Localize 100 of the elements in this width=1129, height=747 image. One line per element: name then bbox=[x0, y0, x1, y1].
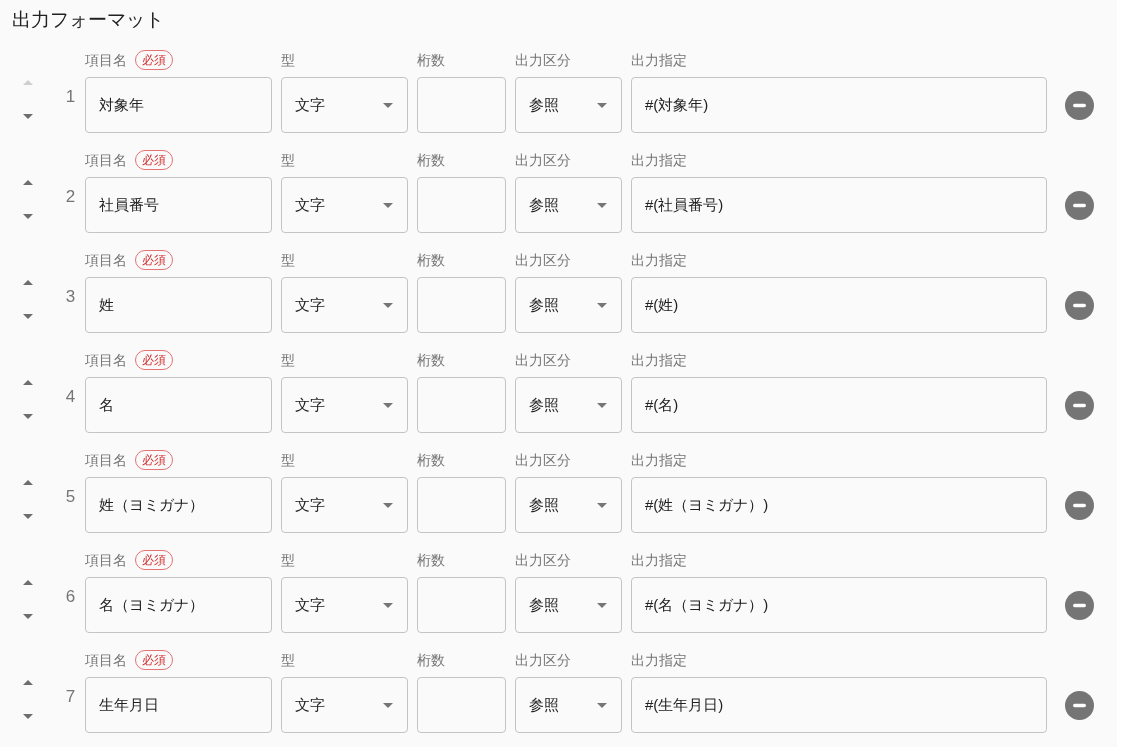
digits-input[interactable] bbox=[417, 577, 506, 633]
minus-circle-icon[interactable] bbox=[1064, 390, 1094, 420]
field-label: 桁数 bbox=[417, 651, 445, 669]
caret-down-icon bbox=[597, 602, 607, 608]
type-select[interactable]: 文字 bbox=[281, 77, 408, 133]
output-spec-input[interactable]: #(対象年) bbox=[631, 77, 1047, 133]
minus-circle-icon[interactable] bbox=[1064, 590, 1094, 620]
row-number: 1 bbox=[65, 87, 76, 107]
section-title: 出力フォーマット bbox=[12, 8, 164, 32]
caret-down-icon[interactable] bbox=[23, 314, 33, 319]
minus-circle-icon[interactable] bbox=[1064, 490, 1094, 520]
output-spec-input[interactable]: #(姓（ヨミガナ）) bbox=[631, 477, 1047, 533]
output-spec-input[interactable]: #(名（ヨミガナ）) bbox=[631, 577, 1047, 633]
field-label: 桁数 bbox=[417, 451, 445, 469]
caret-up-icon[interactable] bbox=[23, 180, 33, 185]
type-select[interactable]: 文字 bbox=[281, 377, 408, 433]
caret-down-icon[interactable] bbox=[23, 114, 33, 119]
row-number: 3 bbox=[65, 287, 76, 307]
field-label: 項目名 bbox=[85, 451, 127, 469]
output-spec-input[interactable]: #(社員番号) bbox=[631, 177, 1047, 233]
item-name-input[interactable]: 姓 bbox=[85, 277, 272, 333]
caret-down-icon[interactable] bbox=[23, 414, 33, 419]
output-spec-input[interactable]: #(名) bbox=[631, 377, 1047, 433]
field-label: 型 bbox=[281, 151, 295, 169]
caret-up-icon[interactable] bbox=[23, 580, 33, 585]
field-label: 出力区分 bbox=[515, 51, 571, 69]
item-name-input[interactable]: 社員番号 bbox=[85, 177, 272, 233]
digits-input[interactable] bbox=[417, 677, 506, 733]
item-name-input[interactable]: 名（ヨミガナ） bbox=[85, 577, 272, 633]
field-label: 桁数 bbox=[417, 551, 445, 569]
row-number: 2 bbox=[65, 187, 76, 207]
row-number: 4 bbox=[65, 387, 76, 407]
digits-input[interactable] bbox=[417, 377, 506, 433]
item-name-input[interactable]: 名 bbox=[85, 377, 272, 433]
item-name-input[interactable]: 生年月日 bbox=[85, 677, 272, 733]
output-spec-input[interactable]: #(生年月日) bbox=[631, 677, 1047, 733]
output-type-select[interactable]: 参照 bbox=[515, 377, 622, 433]
field-label: 桁数 bbox=[417, 151, 445, 169]
caret-down-icon bbox=[597, 102, 607, 108]
output-type-select[interactable]: 参照 bbox=[515, 277, 622, 333]
field-label: 項目名 bbox=[85, 551, 127, 569]
minus-circle-icon[interactable] bbox=[1064, 190, 1094, 220]
minus-circle-icon[interactable] bbox=[1064, 690, 1094, 720]
field-label: 項目名 bbox=[85, 151, 127, 169]
field-label: 出力区分 bbox=[515, 251, 571, 269]
row-number: 7 bbox=[65, 687, 76, 707]
caret-down-icon bbox=[597, 202, 607, 208]
minus-circle-icon[interactable] bbox=[1064, 90, 1094, 120]
output-type-select[interactable]: 参照 bbox=[515, 677, 622, 733]
caret-up-icon[interactable] bbox=[23, 480, 33, 485]
output-spec-input[interactable]: #(姓) bbox=[631, 277, 1047, 333]
digits-input[interactable] bbox=[417, 177, 506, 233]
field-label: 出力指定 bbox=[631, 451, 687, 469]
minus-circle-icon[interactable] bbox=[1064, 290, 1094, 320]
type-select[interactable]: 文字 bbox=[281, 477, 408, 533]
field-label: 出力指定 bbox=[631, 251, 687, 269]
caret-down-icon bbox=[383, 102, 393, 108]
item-name-input[interactable]: 姓（ヨミガナ） bbox=[85, 477, 272, 533]
caret-up-icon[interactable] bbox=[23, 380, 33, 385]
caret-down-icon bbox=[597, 302, 607, 308]
type-select[interactable]: 文字 bbox=[281, 177, 408, 233]
caret-down-icon[interactable] bbox=[23, 714, 33, 719]
field-label: 出力指定 bbox=[631, 351, 687, 369]
field-label: 出力指定 bbox=[631, 651, 687, 669]
caret-down-icon bbox=[383, 702, 393, 708]
digits-input[interactable] bbox=[417, 477, 506, 533]
field-label: 型 bbox=[281, 551, 295, 569]
caret-down-icon bbox=[383, 402, 393, 408]
field-label: 桁数 bbox=[417, 351, 445, 369]
caret-up-icon[interactable] bbox=[23, 280, 33, 285]
caret-down-icon[interactable] bbox=[23, 214, 33, 219]
caret-down-icon[interactable] bbox=[23, 614, 33, 619]
caret-down-icon bbox=[383, 602, 393, 608]
caret-up-icon[interactable] bbox=[23, 680, 33, 685]
field-label: 出力指定 bbox=[631, 51, 687, 69]
type-select[interactable]: 文字 bbox=[281, 577, 408, 633]
caret-down-icon[interactable] bbox=[23, 514, 33, 519]
item-name-input[interactable]: 対象年 bbox=[85, 77, 272, 133]
field-label: 出力指定 bbox=[631, 551, 687, 569]
row-number: 5 bbox=[65, 487, 76, 507]
digits-input[interactable] bbox=[417, 277, 506, 333]
field-label: 型 bbox=[281, 251, 295, 269]
type-select[interactable]: 文字 bbox=[281, 277, 408, 333]
field-label: 桁数 bbox=[417, 51, 445, 69]
field-label: 出力区分 bbox=[515, 451, 571, 469]
field-label: 出力指定 bbox=[631, 151, 687, 169]
output-type-select[interactable]: 参照 bbox=[515, 477, 622, 533]
caret-down-icon bbox=[597, 702, 607, 708]
digits-input[interactable] bbox=[417, 77, 506, 133]
caret-down-icon bbox=[597, 502, 607, 508]
output-type-select[interactable]: 参照 bbox=[515, 77, 622, 133]
output-type-select[interactable]: 参照 bbox=[515, 577, 622, 633]
type-select[interactable]: 文字 bbox=[281, 677, 408, 733]
caret-down-icon bbox=[383, 502, 393, 508]
row-number: 6 bbox=[65, 587, 76, 607]
output-type-select[interactable]: 参照 bbox=[515, 177, 622, 233]
field-label: 型 bbox=[281, 451, 295, 469]
field-label: 出力区分 bbox=[515, 151, 571, 169]
field-label: 出力区分 bbox=[515, 651, 571, 669]
field-label: 型 bbox=[281, 51, 295, 69]
